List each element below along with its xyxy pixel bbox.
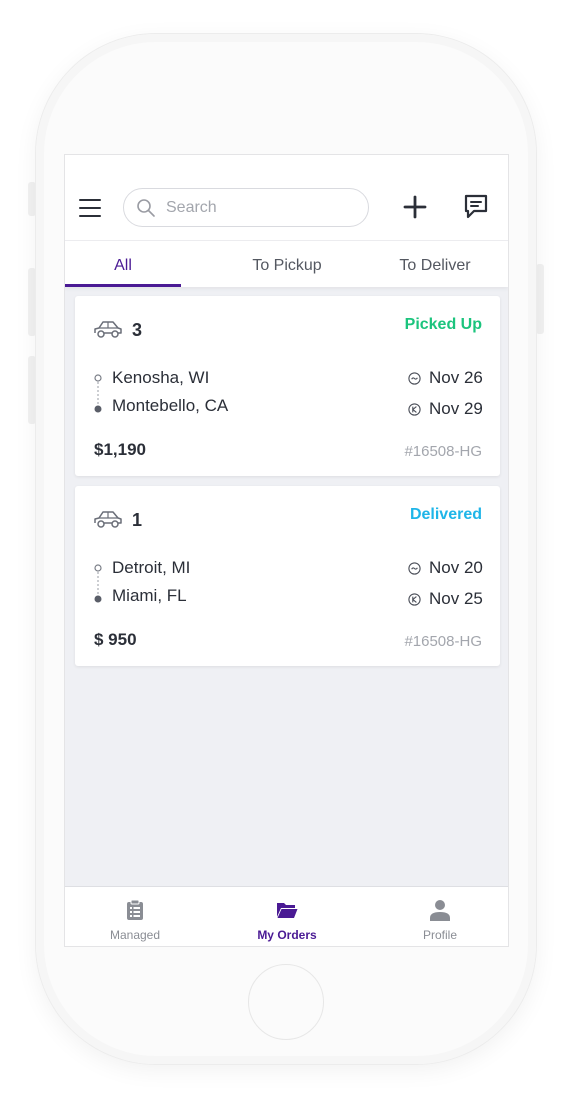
menu-icon <box>79 199 101 217</box>
status-badge: Picked Up <box>404 316 482 333</box>
nav-item-managed[interactable]: Managed <box>65 887 205 946</box>
status-badge: Delivered <box>409 506 482 523</box>
car-icon <box>94 321 122 338</box>
pickup-date: Nov 26 <box>429 368 483 387</box>
delivery-date: Nov 29 <box>429 399 483 418</box>
app-screen: All To Pickup To Deliver 3 Picked Up Ken… <box>64 154 509 947</box>
delivery-date: Nov 25 <box>429 589 483 608</box>
route-line-icon <box>94 374 102 413</box>
tab-all[interactable]: All <box>65 241 181 287</box>
car-icon <box>94 511 122 528</box>
nav-label-managed: Managed <box>109 928 161 942</box>
origin-location: Detroit, MI <box>112 558 191 577</box>
order-id: #16508-HG <box>404 443 482 460</box>
user-icon <box>430 900 450 921</box>
search-input[interactable] <box>166 197 356 219</box>
phone-home-button <box>248 964 324 1040</box>
pickup-date-icon <box>408 562 421 575</box>
order-id: #16508-HG <box>404 633 482 650</box>
tab-to-pickup[interactable]: To Pickup <box>207 241 367 287</box>
order-price: $1,190 <box>94 440 146 459</box>
nav-item-profile[interactable]: Profile <box>370 887 508 946</box>
vehicle-count: 1 <box>132 510 143 530</box>
add-order-button[interactable] <box>403 195 427 219</box>
pickup-date-icon <box>408 372 421 385</box>
top-bar <box>65 155 508 241</box>
message-icon[interactable] <box>463 193 489 221</box>
delivery-date-icon <box>408 593 421 606</box>
order-card[interactable]: 1 Delivered Detroit, MI Miami, FL Nov 20… <box>75 486 500 666</box>
search-box[interactable] <box>123 188 369 227</box>
destination-location: Montebello, CA <box>112 396 229 415</box>
menu-button[interactable] <box>79 199 101 217</box>
phone-volume-down-button <box>28 356 36 424</box>
vehicle-count: 3 <box>132 320 143 340</box>
delivery-date-icon <box>408 403 421 416</box>
destination-location: Miami, FL <box>112 586 187 605</box>
pickup-date: Nov 20 <box>429 558 483 577</box>
order-price: $ 950 <box>94 630 137 649</box>
nav-label-my-orders: My Orders <box>257 928 317 942</box>
origin-location: Kenosha, WI <box>112 368 210 387</box>
phone-silent-switch <box>28 182 36 216</box>
phone-power-button <box>536 264 544 334</box>
order-tabs: All To Pickup To Deliver <box>65 241 508 287</box>
folder-icon <box>277 903 298 918</box>
route-line-icon <box>94 564 102 603</box>
phone-volume-up-button <box>28 268 36 336</box>
clipboard-icon <box>127 899 143 920</box>
active-tab-indicator <box>65 284 181 287</box>
tab-to-deliver[interactable]: To Deliver <box>365 241 505 287</box>
nav-label-profile: Profile <box>422 928 457 942</box>
bottom-navigation: Managed My Orders Profile <box>65 886 508 946</box>
nav-item-my-orders[interactable]: My Orders <box>217 887 357 946</box>
order-card[interactable]: 3 Picked Up Kenosha, WI Montebello, CA N… <box>75 296 500 476</box>
search-icon <box>137 199 155 217</box>
